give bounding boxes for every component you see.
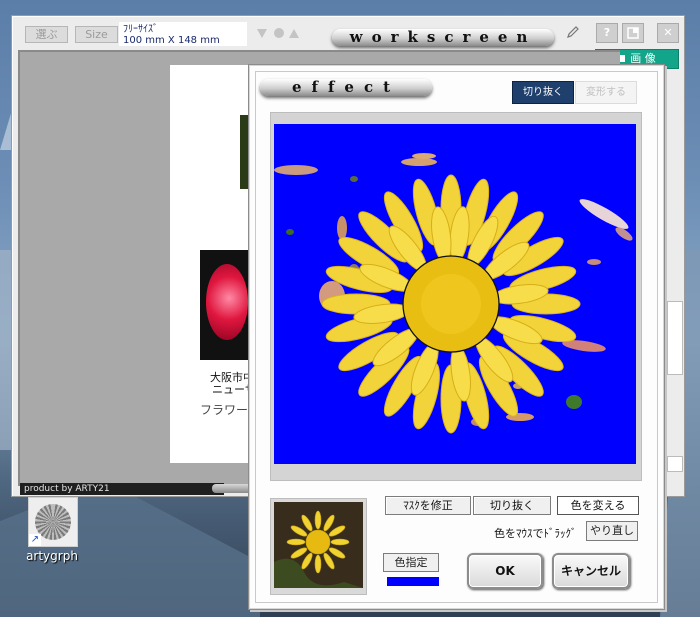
size-button[interactable]: Size [75,26,118,43]
workscreen-toolbar: 選ぶ Size ﾌﾘｰｻｲｽﾞ 100 mm X 148 mm workscre… [12,16,684,48]
footer-credit: product by ARTY21 [20,483,224,495]
fix-mask-button[interactable]: ﾏｽｸを修正 [385,496,471,515]
shortcut-arrow-icon: ↗ [29,534,41,546]
artygrph-desktop-icon[interactable]: ↗ [28,497,78,547]
original-thumbnail-frame [270,498,367,595]
orientation-icons[interactable] [255,26,319,40]
crop-button[interactable]: 切り抜く [473,496,551,515]
original-dandelion-photo [274,502,363,588]
color-pick-button[interactable]: 色指定 [383,553,439,572]
rose-image [206,264,248,340]
close-button[interactable]: ✕ [657,23,679,43]
drag-color-hint: 色をﾏｳｽでﾄﾞﾗｯｸﾞ [494,527,577,540]
original-thumbnail [274,502,363,588]
side-panel-field[interactable] [667,301,683,375]
page-photo-rose[interactable] [200,250,248,360]
workscreen-title: workscreen [332,29,554,46]
size-display: ﾌﾘｰｻｲｽﾞ 100 mm X 148 mm [119,22,247,46]
page-caption-title[interactable]: フラワー [200,401,248,418]
effect-dialog: effect 切り抜く 変形する ﾏｽｸを修正 切り抜く 色を変える 色をﾏｳｽ… [248,64,665,610]
mask-preview-image[interactable] [274,124,636,464]
help-button[interactable]: ? [596,23,618,43]
ok-button[interactable]: OK [467,553,543,589]
dandelion-masked-image [274,124,636,464]
pencil-icon[interactable] [566,25,580,39]
effect-title: effect [260,79,432,96]
pencil-icon-graphic [567,26,579,38]
side-panel-field-bottom[interactable] [667,456,683,472]
redo-button[interactable]: やり直し [586,521,638,541]
mask-color-swatch [387,577,439,586]
orientation-triangle-icons [257,28,299,38]
mode-transform-tab[interactable]: 変形する [575,81,637,104]
desktop-icon-label[interactable]: artygrph [20,549,84,563]
window-mode-icon [627,27,639,39]
size-mode-label: ﾌﾘｰｻｲｽﾞ [123,24,158,35]
change-color-button[interactable]: 色を変える [557,496,639,515]
preview-frame [270,112,642,481]
size-dimensions-label: 100 mm X 148 mm [123,35,220,46]
mode-crop-tab[interactable]: 切り抜く [512,81,574,104]
select-button[interactable]: 選ぶ [25,26,68,43]
window-mode-button[interactable] [622,23,644,43]
cancel-button[interactable]: キャンセル [552,553,630,589]
